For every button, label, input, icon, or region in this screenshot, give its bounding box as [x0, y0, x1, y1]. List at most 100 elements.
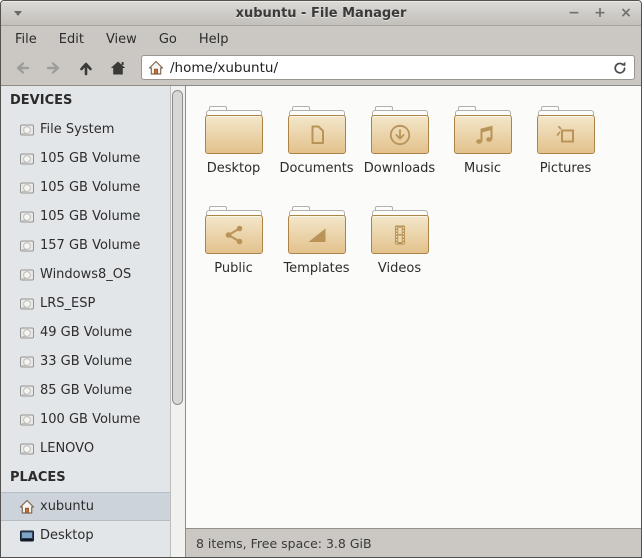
folder-icon — [454, 106, 512, 154]
toolbar — [1, 52, 641, 85]
film-strip-emblem-icon — [387, 222, 413, 248]
sidebar-item-label: File System — [40, 122, 114, 137]
sidebar-item-label: Desktop — [40, 528, 94, 543]
sidebar-item-desktop[interactable]: Desktop — [1, 521, 170, 550]
home-icon — [109, 59, 127, 77]
sidebar-item-volume[interactable]: 105 GB Volume — [1, 202, 170, 231]
sidebar-item-label: Windows8_OS — [40, 267, 131, 282]
file-public[interactable]: Public — [192, 198, 275, 298]
file-downloads[interactable]: Downloads — [358, 98, 441, 198]
sidebar-item-volume[interactable]: 85 GB Volume — [1, 376, 170, 405]
up-icon — [77, 59, 95, 77]
pathbar[interactable] — [141, 55, 635, 80]
main-view: Desktop Documents — [185, 86, 641, 557]
sidebar-item-windows8-os[interactable]: Windows8_OS — [1, 260, 170, 289]
music-note-emblem-icon — [470, 122, 496, 148]
drive-icon — [19, 122, 35, 138]
drive-icon — [19, 383, 35, 399]
folder-icon — [205, 106, 263, 154]
reload-icon[interactable] — [612, 60, 628, 76]
back-icon — [13, 59, 31, 77]
back-button[interactable] — [9, 55, 35, 81]
file-templates[interactable]: Templates — [275, 198, 358, 298]
file-label: Templates — [283, 261, 349, 276]
sidebar-item-lrs-esp[interactable]: LRS_ESP — [1, 289, 170, 318]
path-input[interactable] — [170, 60, 606, 76]
forward-button[interactable] — [41, 55, 67, 81]
file-desktop[interactable]: Desktop — [192, 98, 275, 198]
file-pictures[interactable]: Pictures — [524, 98, 607, 198]
folder-icon — [371, 106, 429, 154]
sidebar-item-label: 33 GB Volume — [40, 354, 132, 369]
drive-icon — [19, 441, 35, 457]
menu-help[interactable]: Help — [188, 28, 240, 51]
folder-icon — [205, 206, 263, 254]
home-icon — [19, 499, 35, 515]
file-label: Pictures — [540, 161, 591, 176]
drive-icon — [19, 412, 35, 428]
sidebar-item-label: 100 GB Volume — [40, 412, 140, 427]
file-label: Videos — [378, 261, 421, 276]
drive-icon — [19, 180, 35, 196]
drive-icon — [19, 267, 35, 283]
menu-view[interactable]: View — [95, 28, 148, 51]
sidebar-item-volume[interactable]: 49 GB Volume — [1, 318, 170, 347]
maximize-button[interactable]: + — [593, 6, 607, 20]
file-videos[interactable]: Videos — [358, 198, 441, 298]
share-emblem-icon — [221, 222, 247, 248]
sidebar-item-volume[interactable]: 33 GB Volume — [1, 347, 170, 376]
sidebar: DEVICES File System 105 GB Volume 105 GB… — [1, 86, 170, 557]
file-label: Desktop — [207, 161, 261, 176]
up-button[interactable] — [73, 55, 99, 81]
file-label: Music — [464, 161, 501, 176]
statusbar: 8 items, Free space: 3.8 GiB — [186, 528, 641, 557]
statusbar-text: 8 items, Free space: 3.8 GiB — [196, 536, 372, 551]
sidebar-item-file-system[interactable]: File System — [1, 115, 170, 144]
close-button[interactable]: × — [619, 6, 633, 20]
drive-icon — [19, 151, 35, 167]
content-area: DEVICES File System 105 GB Volume 105 GB… — [1, 85, 641, 557]
file-label: Public — [214, 261, 252, 276]
file-manager-window: xubuntu - File Manager − + × File Edit V… — [0, 0, 642, 558]
folder-icon — [537, 106, 595, 154]
sidebar-item-volume[interactable]: 100 GB Volume — [1, 405, 170, 434]
download-emblem-icon — [387, 122, 413, 148]
sidebar-item-label: 157 GB Volume — [40, 238, 140, 253]
sidebar-item-xubuntu[interactable]: xubuntu — [1, 492, 170, 521]
file-label: Downloads — [364, 161, 435, 176]
icon-view[interactable]: Desktop Documents — [186, 86, 641, 528]
sidebar-item-volume[interactable]: 105 GB Volume — [1, 173, 170, 202]
sidebar-item-label: 105 GB Volume — [40, 151, 140, 166]
scrollbar-thumb[interactable] — [172, 90, 183, 405]
folder-icon — [288, 106, 346, 154]
sidebar-item-lenovo[interactable]: LENOVO — [1, 434, 170, 463]
menu-go[interactable]: Go — [148, 28, 188, 51]
minimize-button[interactable]: − — [567, 6, 581, 20]
devices-header: DEVICES — [1, 86, 170, 115]
file-documents[interactable]: Documents — [275, 98, 358, 198]
places-header: PLACES — [1, 463, 170, 492]
drive-icon — [19, 325, 35, 341]
drive-icon — [19, 354, 35, 370]
desktop-icon — [19, 528, 35, 544]
home-button[interactable] — [105, 55, 131, 81]
folder-icon — [371, 206, 429, 254]
sidebar-item-label: 105 GB Volume — [40, 180, 140, 195]
sidebar-item-volume[interactable]: 157 GB Volume — [1, 231, 170, 260]
sidebar-item-label: LRS_ESP — [40, 296, 95, 311]
drive-icon — [19, 238, 35, 254]
sidebar-item-label: 105 GB Volume — [40, 209, 140, 224]
window-controls: − + × — [567, 1, 633, 25]
window-title: xubuntu - File Manager — [1, 6, 641, 21]
titlebar: xubuntu - File Manager − + × — [1, 1, 641, 26]
folder-icon — [288, 206, 346, 254]
location-home-icon — [148, 60, 164, 76]
menu-file[interactable]: File — [4, 28, 48, 51]
sidebar-item-label: 49 GB Volume — [40, 325, 132, 340]
file-music[interactable]: Music — [441, 98, 524, 198]
sidebar-scrollbar[interactable] — [170, 86, 185, 557]
menu-edit[interactable]: Edit — [48, 28, 95, 51]
sidebar-item-volume[interactable]: 105 GB Volume — [1, 144, 170, 173]
sidebar-item-label: xubuntu — [40, 499, 94, 514]
file-label: Documents — [279, 161, 353, 176]
